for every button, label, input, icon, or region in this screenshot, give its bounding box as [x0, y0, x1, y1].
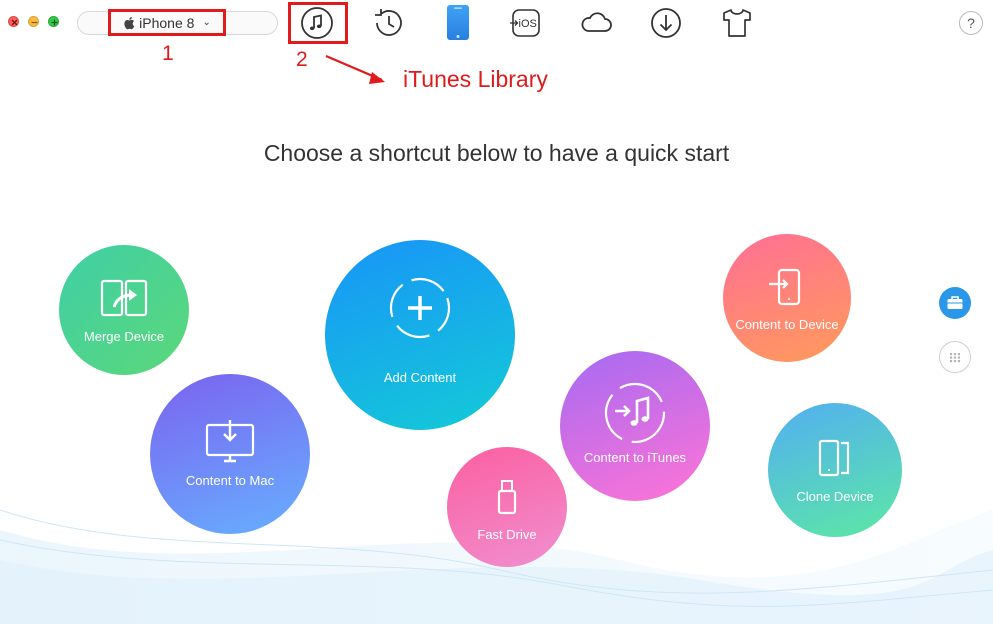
clone-device-label: Clone Device	[796, 489, 874, 504]
close-icon	[11, 19, 18, 26]
annotation-step-2: 2	[296, 48, 308, 71]
minimize-window-button[interactable]	[28, 16, 39, 27]
toolbox-icon	[947, 296, 963, 309]
highlight-itunes-library	[288, 2, 348, 44]
annotation-arrow-icon	[325, 54, 385, 84]
fast-drive-label: Fast Drive	[477, 527, 537, 542]
close-window-button[interactable]	[8, 16, 19, 27]
merge-device-icon	[100, 279, 148, 317]
add-content-button[interactable]: Add Content	[325, 240, 515, 430]
grid-view-button[interactable]	[939, 341, 971, 373]
highlight-device-selector	[108, 9, 226, 36]
zoom-window-button[interactable]	[48, 16, 59, 27]
add-icon	[389, 277, 451, 339]
device-icon[interactable]	[438, 2, 478, 42]
merge-device-label: Merge Device	[83, 329, 165, 344]
clone-device-icon	[818, 439, 850, 477]
add-content-label: Add Content	[383, 370, 457, 385]
zoom-icon	[51, 19, 58, 26]
theme-shirt-icon[interactable]	[719, 5, 755, 41]
icloud-icon[interactable]	[578, 5, 614, 41]
merge-device-button[interactable]: Merge Device	[59, 245, 189, 375]
computer-download-icon	[205, 420, 255, 463]
annotation-itunes-library: iTunes Library	[403, 66, 548, 92]
fast-drive-button[interactable]: Fast Drive	[447, 447, 567, 567]
to-ios-icon[interactable]: iOS	[508, 5, 544, 41]
content-to-itunes-button[interactable]: Content to iTunes	[560, 351, 710, 501]
content-to-device-button[interactable]: Content to Device	[723, 234, 851, 362]
help-button[interactable]: ?	[959, 11, 983, 35]
usb-drive-icon	[497, 480, 517, 515]
content-to-mac-button[interactable]: Content to Mac	[150, 374, 310, 534]
download-icon[interactable]	[648, 5, 684, 41]
annotation-step-1: 1	[162, 42, 174, 65]
phone-import-icon	[769, 268, 801, 306]
minimize-icon	[31, 21, 38, 24]
music-transfer-icon	[604, 382, 666, 444]
grid-icon	[950, 353, 960, 363]
toolbox-button[interactable]	[939, 287, 971, 319]
page-title: Choose a shortcut below to have a quick …	[263, 140, 730, 166]
content-to-itunes-label: Content to iTunes	[583, 450, 687, 465]
clone-device-button[interactable]: Clone Device	[768, 403, 902, 537]
content-to-device-label: Content to Device	[735, 317, 839, 332]
svg-text:iOS: iOS	[519, 18, 537, 30]
backup-history-icon[interactable]	[371, 5, 407, 41]
content-to-mac-label: Content to Mac	[185, 473, 275, 488]
